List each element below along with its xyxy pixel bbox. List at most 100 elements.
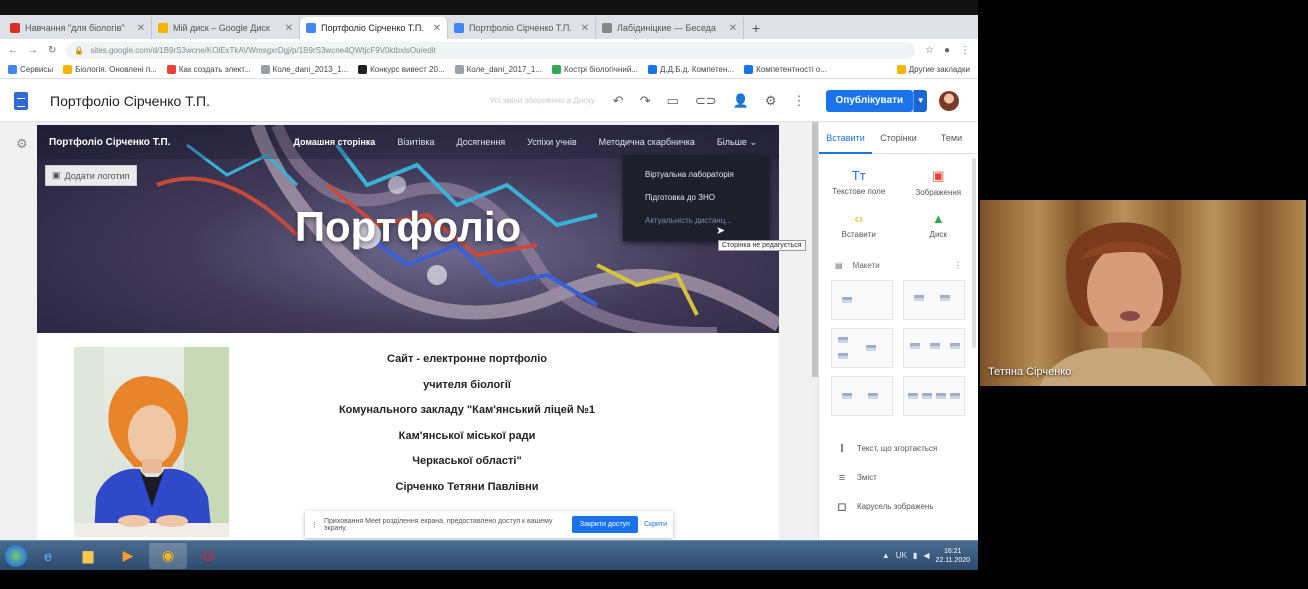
content-section[interactable]: Сайт - електронне портфоліо учителя біол…	[37, 333, 779, 540]
back-icon[interactable]: ←	[8, 45, 18, 56]
close-icon[interactable]: ✕	[433, 23, 441, 34]
component-list: Ⅰ Текст, що згортається ≡ Зміст ◻ Карусель …	[819, 416, 978, 521]
system-tray: ▲ UK ▮ ◀ 16:21 22.11.2020	[882, 547, 978, 565]
bookmark-item[interactable]: Конкурс вивест 20...	[358, 65, 445, 74]
layout-option[interactable]	[831, 376, 893, 416]
insert-images[interactable]: ▣ Зображення	[899, 168, 979, 197]
insert-text-box[interactable]: Tт Текстове поле	[819, 168, 899, 197]
browser-tab-5[interactable]: Лабідиніцкие — Беседа ✕	[596, 17, 744, 39]
layout-option[interactable]	[831, 280, 893, 320]
save-status: Усі зміни збережено в Диску	[490, 96, 595, 105]
close-icon[interactable]: ✕	[285, 23, 293, 34]
google-sites-logo-icon[interactable]	[14, 91, 28, 110]
bookmark-item[interactable]: Коле_danі_2017_1...	[454, 65, 542, 74]
media-player-icon[interactable]: ▶	[109, 543, 147, 569]
panel-tabs: Вставити Сторінки Теми	[819, 122, 978, 154]
menu-item-virtual-lab[interactable]: Віртуальна лабораторія	[623, 163, 769, 186]
bookmark-item[interactable]: Коле_danі_2013_1...	[260, 65, 348, 74]
insert-image-carousel[interactable]: ◻ Карусель зображень	[837, 492, 978, 521]
bookmark-item[interactable]: Компетентності о...	[744, 65, 827, 74]
clock[interactable]: 16:21 22.11.2020	[935, 547, 970, 565]
bookmark-item[interactable]: Как создать элект...	[166, 65, 251, 74]
link-icon[interactable]: ⊂⊃	[695, 93, 717, 109]
tab-themes[interactable]: Теми	[925, 122, 978, 154]
close-icon[interactable]: ✕	[137, 23, 145, 34]
bookmark-item-other[interactable]: Другие закладки	[896, 65, 970, 74]
star-icon[interactable]: ☆	[925, 45, 934, 56]
undo-icon[interactable]: ↶	[613, 93, 624, 109]
url-field[interactable]: 🔒 sites.google.com/d/1B9rS3wcne/KOlExTkAV…	[66, 41, 915, 59]
avatar[interactable]	[939, 90, 960, 111]
header-settings-icon[interactable]: ⚙	[16, 136, 28, 152]
more-icon[interactable]: ⋮	[793, 93, 806, 109]
insert-table-of-contents[interactable]: ≡ Зміст	[837, 463, 978, 492]
nav-item-more[interactable]: Більше ⌄	[717, 137, 757, 148]
insert-collapsible-text[interactable]: Ⅰ Текст, що згортається	[837, 434, 978, 463]
tray-arrow-icon[interactable]: ▲	[882, 551, 890, 560]
network-icon[interactable]: ▮	[913, 551, 917, 560]
redo-icon[interactable]: ↷	[640, 93, 651, 109]
layouts-header[interactable]: ▤ Макети ⋮	[819, 261, 978, 270]
new-tab-icon[interactable]: +	[744, 20, 768, 39]
bookmark-item[interactable]: Кострі біологічний...	[552, 65, 638, 74]
nav-item-visit-card[interactable]: Візитівка	[397, 137, 434, 147]
menu-item-zno-prep[interactable]: Підготовка до ЗНО	[623, 186, 769, 209]
bookmark-label: Біологія. Оновлені п...	[75, 65, 157, 74]
nav-item-home[interactable]: Домашня сторінка	[293, 137, 375, 147]
layout-option[interactable]	[903, 280, 965, 320]
browser-tab-2[interactable]: Мій диск – Google Диск ✕	[152, 17, 300, 39]
close-icon[interactable]: ✕	[581, 23, 589, 34]
tooltip: Сторінка не редагується	[718, 240, 806, 251]
menu-icon[interactable]: ⋮	[960, 45, 970, 56]
windows-taskbar: e ▆ ▶ ◉ O ▲ UK ▮ ◀ 16:21 22.11.2020	[0, 540, 978, 570]
intro-text[interactable]: Сайт - електронне портфоліо учителя біол…	[287, 347, 647, 500]
intro-line: учителя біології	[423, 378, 511, 391]
forward-icon[interactable]: →	[28, 45, 38, 56]
more-icon[interactable]: ⋮	[954, 261, 962, 270]
browser-tab-1[interactable]: Навчання "для біологів" ✕	[4, 17, 152, 39]
folder-icon[interactable]: ▆	[69, 543, 107, 569]
insert-embed[interactable]: ‹› Вставити	[819, 211, 899, 239]
volume-icon[interactable]: ◀	[923, 551, 929, 560]
panel-scrollbar[interactable]	[972, 158, 976, 348]
bookmark-item[interactable]: Біологія. Оновлені п...	[63, 65, 157, 74]
bookmark-item[interactable]: Сервисы	[8, 65, 53, 74]
stop-sharing-button[interactable]: Закрити доступ	[571, 516, 638, 533]
share-icon[interactable]: 👤	[733, 93, 749, 109]
nav-item-methodical[interactable]: Методична скарбничка	[599, 137, 695, 147]
nav-item-achievements[interactable]: Досягнення	[457, 137, 506, 147]
layout-option[interactable]	[903, 376, 965, 416]
bookmarks-bar: Сервисы Біологія. Оновлені п... Как созд…	[0, 61, 978, 79]
close-icon[interactable]: ✕	[729, 23, 737, 34]
profile-icon[interactable]: ●	[944, 45, 950, 56]
insert-drive[interactable]: ▲ Диск	[899, 211, 979, 239]
chrome-icon[interactable]: ◉	[149, 542, 187, 569]
layout-option[interactable]	[903, 328, 965, 368]
add-logo-button[interactable]: ▣ Додати логотип	[45, 165, 137, 186]
ie-icon[interactable]: e	[29, 543, 67, 569]
bookmark-item[interactable]: Д.Д.Б.д. Компетен...	[647, 65, 734, 74]
publish-dropdown-icon[interactable]: ▼	[913, 89, 928, 112]
teacher-photo[interactable]	[74, 347, 229, 537]
tab-pages[interactable]: Сторінки	[872, 122, 925, 154]
site-title[interactable]: Портфоліо Сірченко Т.П.	[50, 93, 210, 109]
text-box-icon: Tт	[851, 168, 866, 183]
browser-tab-3[interactable]: Портфоліо Сірченко Т.П. ✕	[300, 17, 448, 39]
settings-gear-icon[interactable]: ⚙	[765, 93, 777, 109]
browser-tab-4[interactable]: Портфоліо Сірченко Т.П. ✕	[448, 17, 596, 39]
gmail-icon	[10, 23, 20, 33]
preview-icon[interactable]: ▭	[667, 93, 679, 109]
lang-indicator[interactable]: UK	[896, 551, 907, 560]
sites-editor-toolbar: Портфоліо Сірченко Т.П. Усі зміни збереж…	[0, 80, 978, 122]
editor-tools: ↶ ↷ ▭ ⊂⊃ 👤 ⚙ ⋮	[613, 93, 806, 109]
site-brand[interactable]: Портфоліо Сірченко Т.П.	[49, 137, 293, 148]
hide-notice-link[interactable]: Скрити	[644, 521, 667, 528]
tab-insert[interactable]: Вставити	[819, 122, 872, 154]
layout-option[interactable]	[831, 328, 893, 368]
start-button-icon[interactable]	[5, 544, 27, 567]
opera-icon[interactable]: O	[189, 543, 227, 569]
reload-icon[interactable]: ↻	[48, 45, 56, 56]
menu-item-distance[interactable]: Актуальність дистанц...	[623, 209, 769, 232]
publish-button[interactable]: Опублікувати	[825, 89, 914, 112]
nav-item-student-success[interactable]: Успіхи учнів	[527, 137, 576, 147]
